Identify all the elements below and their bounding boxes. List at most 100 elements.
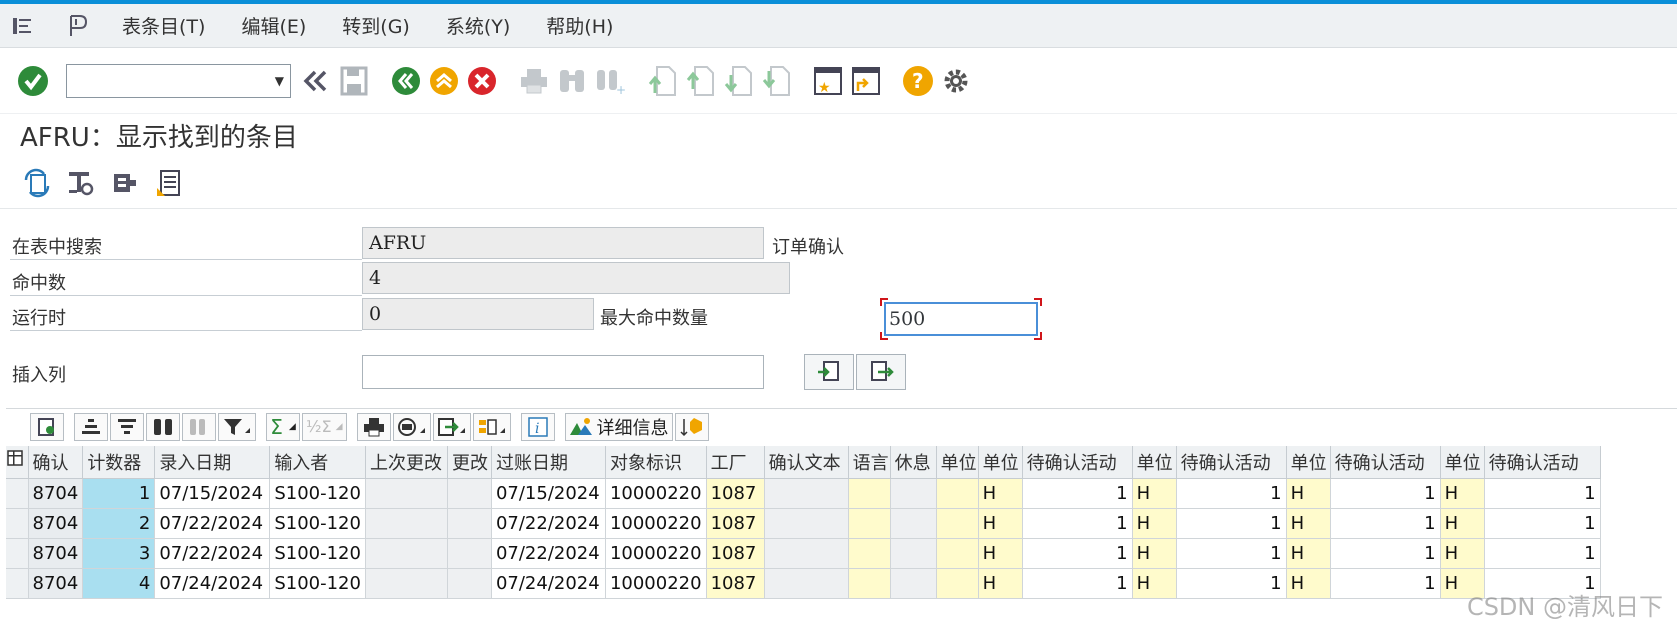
- table-cell[interactable]: 8704: [28, 568, 84, 599]
- column-header[interactable]: 单位: [1286, 446, 1331, 479]
- subtotal-icon[interactable]: ½Σ ◢: [302, 412, 347, 441]
- table-cell[interactable]: 07/22/2024: [154, 538, 271, 569]
- info-icon[interactable]: i: [520, 412, 555, 441]
- column-header[interactable]: 更改: [447, 446, 492, 479]
- find-next-icon[interactable]: +: [593, 64, 627, 98]
- table-cell[interactable]: [764, 568, 849, 599]
- table-cell[interactable]: H: [1440, 508, 1485, 539]
- insert-column-input[interactable]: [362, 355, 764, 389]
- table-cell[interactable]: 1: [1484, 478, 1601, 509]
- table-cell[interactable]: 1: [1484, 538, 1601, 569]
- table-cell[interactable]: [764, 508, 849, 539]
- table-row[interactable]: 8704 4 07/24/2024 S100-120 07/24/2024 1000022…: [6, 568, 1601, 599]
- table-cell[interactable]: [447, 538, 492, 569]
- table-cell[interactable]: [890, 538, 937, 569]
- column-header[interactable]: 待确认活动: [1176, 446, 1287, 479]
- table-cell[interactable]: [936, 508, 979, 539]
- table-cell[interactable]: [848, 478, 891, 509]
- column-header[interactable]: 确认: [28, 446, 84, 479]
- table-cell[interactable]: 07/22/2024: [154, 508, 271, 539]
- sap-p-icon[interactable]: [66, 13, 92, 39]
- table-cell[interactable]: [365, 508, 448, 539]
- table-cell[interactable]: S100-120: [269, 508, 366, 539]
- table-cell[interactable]: [764, 478, 849, 509]
- save-icon[interactable]: [337, 64, 371, 98]
- column-header[interactable]: 过账日期: [491, 446, 606, 479]
- table-cell[interactable]: [890, 508, 937, 539]
- column-header[interactable]: 语言: [848, 446, 891, 479]
- table-cell[interactable]: H: [978, 478, 1023, 509]
- column-header[interactable]: 待确认活动: [1484, 446, 1601, 479]
- table-cell[interactable]: S100-120: [269, 538, 366, 569]
- table-cell[interactable]: 10000220: [605, 568, 707, 599]
- back-double-icon[interactable]: [299, 64, 333, 98]
- column-header[interactable]: 工厂: [706, 446, 765, 479]
- sort-descending-icon[interactable]: [110, 412, 144, 441]
- table-cell[interactable]: 8704: [28, 508, 84, 539]
- settings-icon[interactable]: [939, 64, 973, 98]
- table-cell[interactable]: H: [1286, 538, 1331, 569]
- table-cell[interactable]: [365, 538, 448, 569]
- column-header[interactable]: 待确认活动: [1330, 446, 1441, 479]
- column-header[interactable]: 对象标识: [605, 446, 707, 479]
- table-cell[interactable]: 10000220: [605, 538, 707, 569]
- max-hits-input[interactable]: 500: [884, 302, 1038, 336]
- column-header[interactable]: 输入者: [269, 446, 366, 479]
- create-session-icon[interactable]: ★: [811, 64, 845, 98]
- table-cell[interactable]: 4: [82, 568, 156, 599]
- table-cell[interactable]: [936, 568, 979, 599]
- table-cell[interactable]: 1: [1484, 508, 1601, 539]
- table-cell[interactable]: 1: [1330, 568, 1441, 599]
- column-header[interactable]: 单位: [936, 446, 979, 479]
- column-header[interactable]: 计数器: [82, 446, 156, 479]
- table-cell[interactable]: 10000220: [605, 478, 707, 509]
- table-cell[interactable]: [447, 508, 492, 539]
- table-cell[interactable]: 1: [1176, 478, 1287, 509]
- table-cell[interactable]: [764, 538, 849, 569]
- table-cell[interactable]: H: [1132, 568, 1177, 599]
- menu-icon[interactable]: [10, 13, 36, 39]
- table-cell[interactable]: 1: [1022, 538, 1133, 569]
- table-cell[interactable]: H: [1440, 538, 1485, 569]
- print-icon[interactable]: [517, 64, 551, 98]
- export-icon[interactable]: [432, 412, 471, 441]
- table-cell[interactable]: 1: [1022, 508, 1133, 539]
- table-cell[interactable]: [848, 508, 891, 539]
- remove-column-button[interactable]: [856, 354, 906, 390]
- table-cell[interactable]: 07/15/2024: [154, 478, 271, 509]
- views-icon[interactable]: [392, 412, 431, 441]
- row-selector[interactable]: [6, 478, 29, 509]
- select-details-icon[interactable]: [30, 412, 64, 441]
- table-cell[interactable]: [447, 568, 492, 599]
- row-selector[interactable]: [6, 538, 29, 569]
- table-cell[interactable]: 1087: [706, 538, 765, 569]
- table-cell[interactable]: H: [1132, 478, 1177, 509]
- table-cell[interactable]: [936, 538, 979, 569]
- table-cell[interactable]: [890, 478, 937, 509]
- table-row[interactable]: 8704 1 07/15/2024 S100-120 07/15/2024 1000022…: [6, 478, 1601, 509]
- table-cell[interactable]: 07/22/2024: [491, 508, 606, 539]
- insert-column-button[interactable]: [804, 354, 854, 390]
- prev-page-icon[interactable]: [683, 64, 717, 98]
- menu-table-entry[interactable]: 表条目(T): [122, 12, 205, 39]
- table-cell[interactable]: 8704: [28, 478, 84, 509]
- shortcut-icon[interactable]: [849, 64, 883, 98]
- table-cell[interactable]: 10000220: [605, 508, 707, 539]
- filter-icon[interactable]: [218, 412, 256, 441]
- table-cell[interactable]: H: [978, 508, 1023, 539]
- table-cell[interactable]: 07/22/2024: [491, 538, 606, 569]
- table-cell[interactable]: H: [1440, 478, 1485, 509]
- back-icon[interactable]: [389, 64, 423, 98]
- table-cell[interactable]: [936, 478, 979, 509]
- table-cell[interactable]: H: [1286, 508, 1331, 539]
- table-cell[interactable]: [848, 568, 891, 599]
- cancel-icon[interactable]: [465, 64, 499, 98]
- column-header[interactable]: 确认文本: [764, 446, 849, 479]
- table-row[interactable]: 8704 2 07/22/2024 S100-120 07/22/2024 1000022…: [6, 508, 1601, 539]
- table-cell[interactable]: 1: [1330, 538, 1441, 569]
- table-cell[interactable]: H: [978, 538, 1023, 569]
- column-header[interactable]: 休息: [890, 446, 937, 479]
- table-cell[interactable]: 1087: [706, 568, 765, 599]
- table-cell[interactable]: H: [1286, 478, 1331, 509]
- column-header[interactable]: 录入日期: [154, 446, 271, 479]
